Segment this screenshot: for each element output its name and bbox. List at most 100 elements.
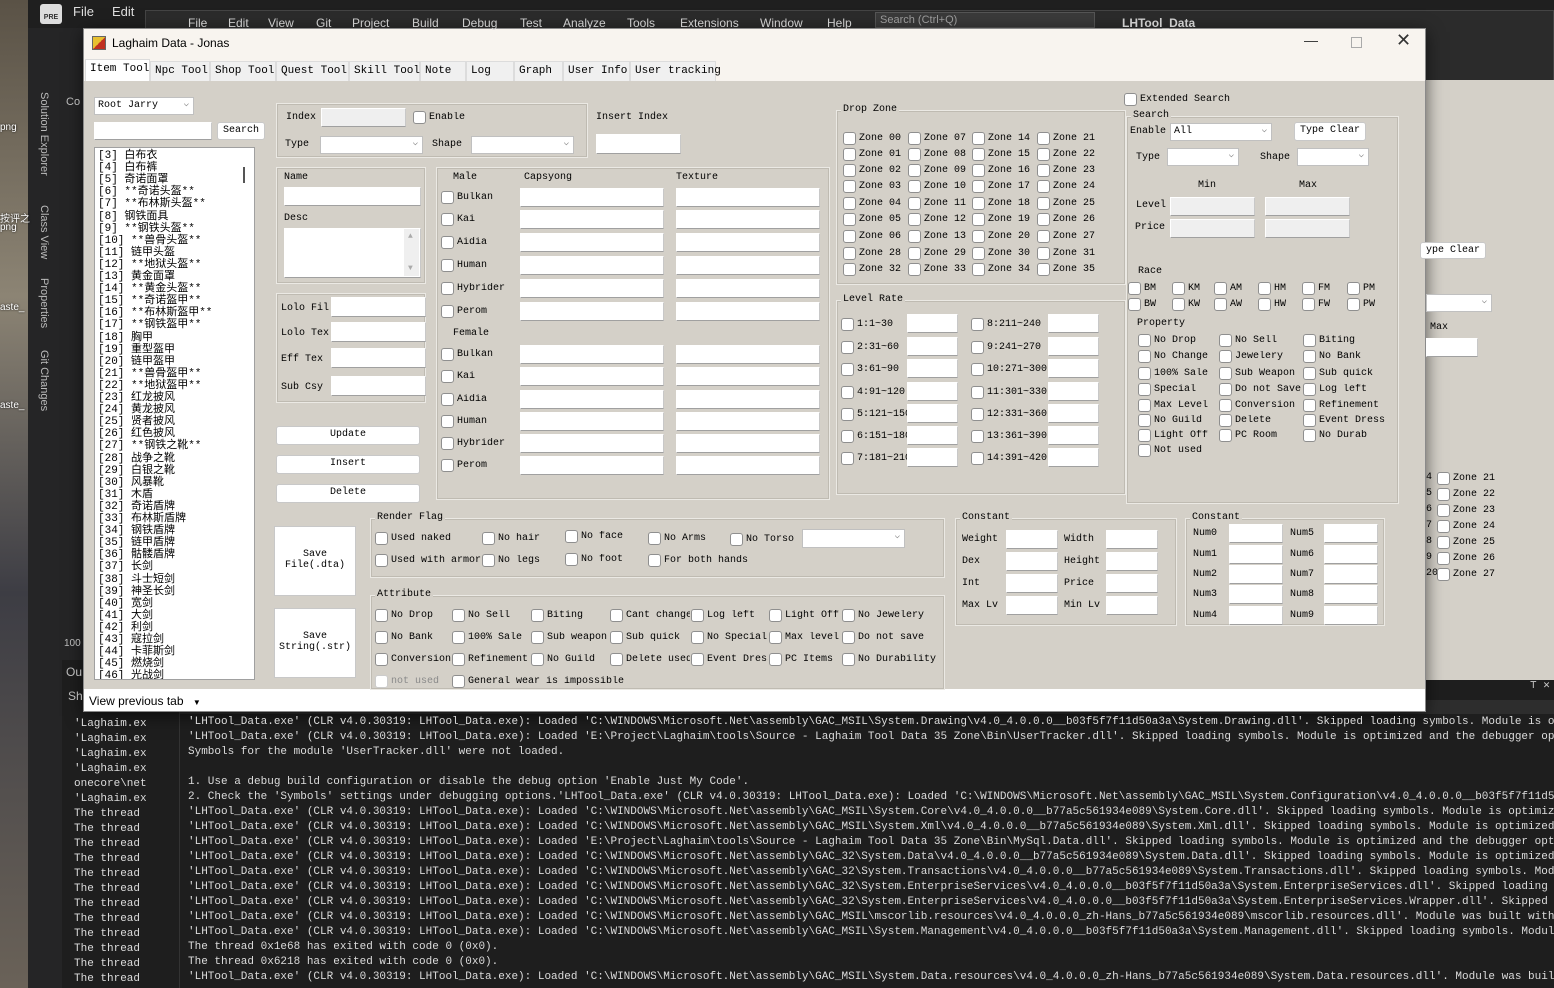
checkbox-box[interactable] — [843, 262, 856, 276]
checkbox-box[interactable] — [1219, 349, 1232, 363]
checkbox-box[interactable] — [971, 385, 984, 399]
level-rate-input[interactable] — [1048, 448, 1099, 467]
checkbox-box[interactable] — [842, 608, 855, 622]
drop-zone-checkbox[interactable]: Zone 35 — [1037, 262, 1095, 276]
checkbox-box[interactable] — [972, 147, 985, 161]
checkbox-box[interactable] — [452, 674, 465, 688]
checkbox-box[interactable] — [482, 553, 495, 567]
race-bm-checkbox[interactable]: BM — [1128, 281, 1156, 295]
drop-zone-checkbox[interactable]: Zone 11 — [908, 196, 966, 210]
checkbox-box[interactable] — [972, 163, 985, 177]
checkbox-box[interactable] — [610, 630, 623, 644]
tab-quest-tool[interactable]: Quest Tool — [276, 61, 349, 81]
level-rate-input[interactable] — [907, 382, 958, 401]
property-checkbox[interactable]: No Change — [1138, 349, 1208, 363]
male-texture-input[interactable] — [676, 279, 820, 298]
checkbox-box[interactable] — [843, 179, 856, 193]
render-flag-checkbox[interactable]: No Torso — [730, 532, 794, 546]
checkbox-box[interactable] — [1258, 281, 1271, 295]
drop-zone-checkbox[interactable]: Zone 24 — [1037, 179, 1095, 193]
level-rate-checkbox[interactable]: 6:151~180 — [841, 429, 907, 443]
drop-zone-checkbox[interactable]: Zone 34 — [972, 262, 1030, 276]
checkbox-box[interactable] — [971, 317, 984, 331]
constant-input[interactable] — [1006, 552, 1058, 571]
list-item[interactable]: [45] 燃烧剑 — [98, 658, 164, 670]
checkbox-box[interactable] — [482, 531, 495, 545]
property-checkbox[interactable]: No Bank — [1303, 349, 1361, 363]
female-capsyong-input[interactable] — [520, 345, 664, 364]
checkbox-box[interactable] — [441, 347, 454, 361]
list-item[interactable]: [41] 大剑 — [98, 610, 153, 622]
checkbox-box[interactable] — [972, 179, 985, 193]
attribute-checkbox[interactable]: Conversion — [375, 652, 451, 666]
list-item[interactable]: [5] 奇诺面罩 — [98, 174, 168, 186]
bg-zone-checkbox[interactable]: Zone 21 — [1437, 471, 1495, 485]
female-texture-input[interactable] — [676, 345, 820, 364]
checkbox-box[interactable] — [1214, 297, 1227, 311]
view-previous-tab-button[interactable]: View previous tab ▼ — [89, 694, 201, 708]
female-capsyong-input[interactable] — [520, 390, 664, 409]
property-checkbox[interactable]: Do not Save — [1219, 382, 1301, 396]
male-race-checkbox[interactable]: Aidia — [441, 235, 487, 249]
female-race-checkbox[interactable]: Bulkan — [441, 347, 493, 361]
checkbox-box[interactable] — [375, 553, 388, 567]
checkbox-box[interactable] — [610, 652, 623, 666]
checkbox-box[interactable] — [841, 407, 854, 421]
drop-zone-checkbox[interactable]: Zone 01 — [843, 147, 901, 161]
ext-type-combo[interactable]: ⌵ — [1167, 148, 1239, 166]
level-rate-checkbox[interactable]: 11:301~330 — [971, 385, 1047, 399]
bg-zone-checkbox[interactable]: Zone 26 — [1437, 551, 1495, 565]
male-texture-input[interactable] — [676, 256, 820, 275]
checkbox-box[interactable] — [1037, 212, 1050, 226]
male-race-checkbox[interactable]: Bulkan — [441, 190, 493, 204]
level-max-input[interactable] — [1265, 197, 1350, 216]
attribute-checkbox[interactable]: No Jewelery — [842, 608, 924, 622]
checkbox-box[interactable] — [972, 212, 985, 226]
level-rate-input[interactable] — [1048, 382, 1099, 401]
side-tab-1[interactable]: Class View — [38, 205, 50, 259]
enable-checkbox[interactable]: Enable — [413, 110, 465, 124]
name-input[interactable] — [284, 187, 421, 206]
checkbox-box[interactable] — [1037, 163, 1050, 177]
female-capsyong-input[interactable] — [520, 412, 664, 431]
num-input[interactable] — [1229, 565, 1283, 584]
enable-combo[interactable]: All ⌵ — [1170, 123, 1272, 141]
list-item[interactable]: [38] 斗士短剑 — [98, 574, 175, 586]
female-texture-input[interactable] — [676, 367, 820, 386]
maximize-button[interactable] — [1351, 37, 1362, 48]
checkbox-box[interactable] — [1258, 297, 1271, 311]
attribute-checkbox[interactable]: Log left — [691, 608, 755, 622]
drop-zone-checkbox[interactable]: Zone 13 — [908, 229, 966, 243]
female-texture-input[interactable] — [676, 390, 820, 409]
bg-max-input[interactable] — [1426, 338, 1478, 357]
race-bw-checkbox[interactable]: BW — [1128, 297, 1156, 311]
checkbox-box[interactable] — [1437, 567, 1450, 581]
bg-zone-checkbox[interactable]: Zone 23 — [1437, 503, 1495, 517]
property-checkbox[interactable]: No Drop — [1138, 333, 1196, 347]
scrollbar-thumb[interactable] — [243, 167, 245, 183]
race-fm-checkbox[interactable]: FM — [1302, 281, 1330, 295]
checkbox-box[interactable] — [648, 531, 661, 545]
drop-zone-checkbox[interactable]: Zone 27 — [1037, 229, 1095, 243]
checkbox-box[interactable] — [565, 529, 578, 543]
render-flag-checkbox[interactable]: For both hands — [648, 553, 748, 567]
lolo-input-3[interactable] — [331, 376, 426, 396]
list-item[interactable]: [23] 红龙披风 — [98, 392, 175, 404]
level-rate-input[interactable] — [907, 359, 958, 378]
race-km-checkbox[interactable]: KM — [1172, 281, 1200, 295]
insert-button[interactable]: Insert — [276, 455, 420, 474]
property-checkbox[interactable]: Refinement — [1303, 398, 1379, 412]
checkbox-box[interactable] — [1303, 398, 1316, 412]
race-hm-checkbox[interactable]: HM — [1258, 281, 1286, 295]
minimize-button[interactable]: — — [1304, 32, 1318, 48]
num-input[interactable] — [1324, 585, 1378, 604]
drop-zone-checkbox[interactable]: Zone 05 — [843, 212, 901, 226]
list-item[interactable]: [42] 利剑 — [98, 622, 153, 634]
drop-zone-checkbox[interactable]: Zone 08 — [908, 147, 966, 161]
level-rate-input[interactable] — [1048, 337, 1099, 356]
checkbox-box[interactable] — [972, 246, 985, 260]
drop-zone-checkbox[interactable]: Zone 04 — [843, 196, 901, 210]
level-rate-checkbox[interactable]: 10:271~300 — [971, 362, 1047, 376]
level-rate-checkbox[interactable]: 12:331~360 — [971, 407, 1047, 421]
checkbox-box[interactable] — [908, 246, 921, 260]
